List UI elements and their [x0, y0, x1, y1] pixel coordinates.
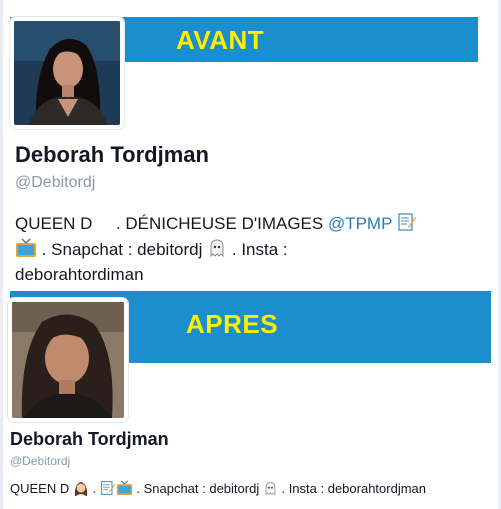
after-bio-snapchat: . Snapchat : debitordj — [136, 481, 260, 496]
ghost-icon — [263, 481, 278, 496]
before-bio-queen: QUEEN D — [15, 214, 93, 233]
before-bio-line-3: deborahtordiman — [15, 264, 485, 286]
before-avatar-photo — [14, 21, 120, 125]
after-bio-dot: . — [92, 481, 97, 496]
before-bio-mention-link[interactable]: @TPMP — [328, 214, 392, 233]
memo-icon — [397, 212, 417, 232]
left-frame-line — [0, 0, 3, 509]
after-profile-bio: QUEEN D . . Snapchat : debitordj . Insta… — [10, 480, 495, 498]
after-bio-queen: QUEEN D — [10, 481, 70, 496]
before-profile-handle[interactable]: @Debitordj — [15, 174, 95, 192]
before-profile-bio: QUEEN D . DÉNICHEUSE D'IMAGES @TPMP . Sn… — [15, 212, 485, 286]
memo-icon — [100, 480, 116, 496]
before-bio-role: . DÉNICHEUSE D'IMAGES — [115, 214, 324, 233]
after-avatar-photo — [12, 302, 124, 418]
before-avatar[interactable] — [10, 17, 124, 129]
ghost-icon — [207, 238, 227, 258]
woman-icon — [73, 480, 89, 496]
before-bio-snapchat: . Snapchat : debitordj — [41, 240, 203, 260]
tv-icon — [116, 480, 133, 496]
before-bio-insta-label: . Insta : — [231, 240, 288, 260]
before-bio-line-1: QUEEN D . DÉNICHEUSE D'IMAGES @TPMP — [15, 212, 485, 235]
after-avatar[interactable] — [8, 298, 128, 422]
after-profile-handle[interactable]: @Debitordj — [10, 454, 70, 468]
after-bio-insta: . Insta : deborahtordjman — [281, 481, 426, 496]
after-banner-label: APRES — [186, 309, 279, 339]
before-banner-label: AVANT — [176, 25, 265, 55]
before-bio-line-2: . Snapchat : debitordj . Insta : — [15, 238, 485, 261]
after-profile-name[interactable]: Deborah Tordjman — [10, 429, 169, 450]
tv-icon — [15, 238, 37, 258]
before-bio-insta-handle: deborahtordiman — [15, 265, 144, 285]
before-profile-name[interactable]: Deborah Tordjman — [15, 142, 209, 168]
